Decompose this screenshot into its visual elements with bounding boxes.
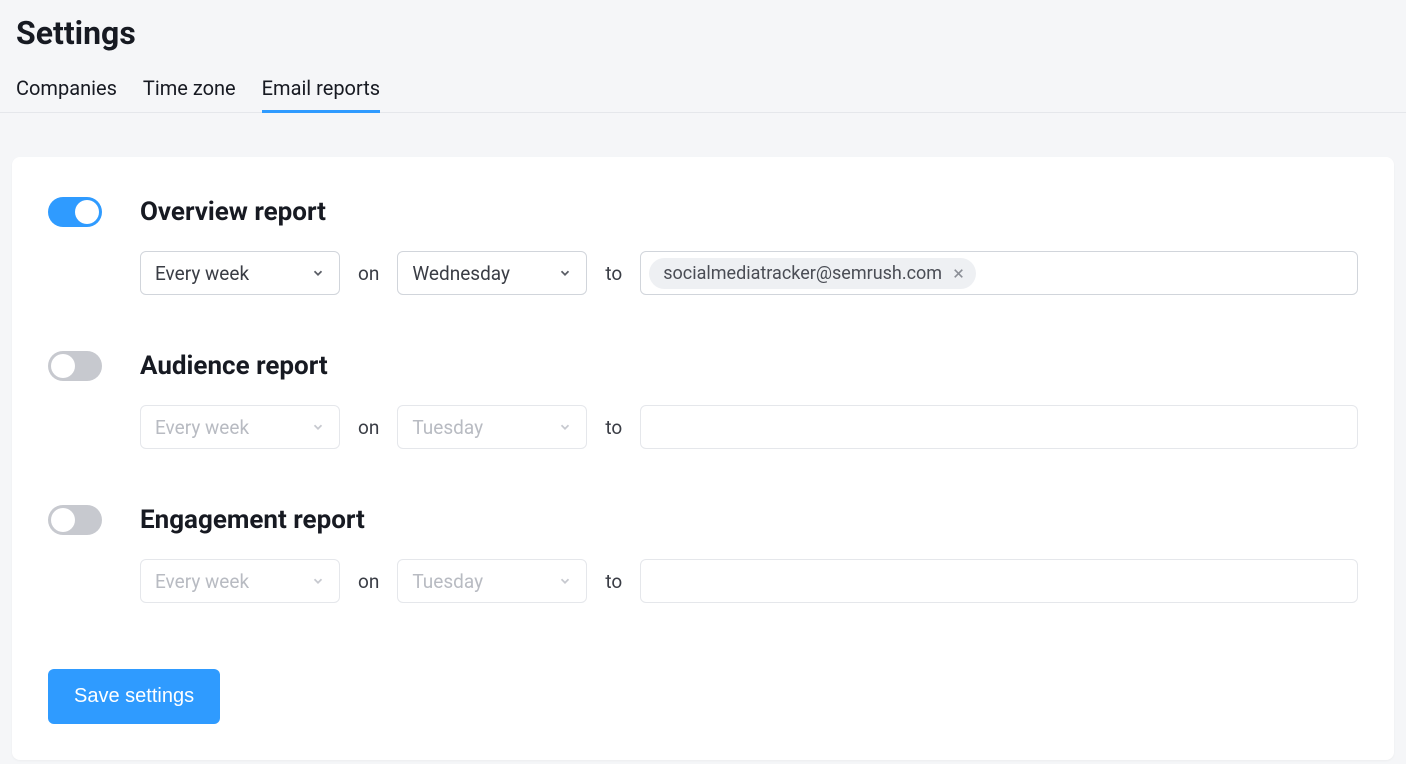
tab-email-reports[interactable]: Email reports [262,76,380,113]
toggle-knob [51,354,75,378]
email-chip-text: socialmediatracker@semrush.com [663,263,942,284]
day-value: Tuesday [412,570,483,593]
label-to: to [605,262,622,285]
chevron-down-icon [311,420,325,434]
frequency-value: Every week [155,262,249,285]
toggle-overview-report[interactable] [48,197,102,227]
report-audience: Audience report Every week on Tuesday to [48,351,1358,449]
remove-email-icon[interactable] [950,265,966,281]
tab-companies[interactable]: Companies [16,76,117,113]
email-input-overview[interactable]: socialmediatracker@semrush.com [640,251,1358,295]
day-select-audience: Tuesday [397,405,587,449]
chevron-down-icon [558,420,572,434]
frequency-value: Every week [155,570,249,593]
chevron-down-icon [311,574,325,588]
tabs-bar: Companies Time zone Email reports [0,76,1406,113]
label-on: on [358,570,379,593]
toggle-knob [51,508,75,532]
label-to: to [605,570,622,593]
label-on: on [358,416,379,439]
email-input-audience [640,405,1358,449]
day-select-engagement: Tuesday [397,559,587,603]
page-title: Settings [0,0,1406,76]
toggle-knob [75,200,99,224]
report-title-audience: Audience report [140,351,328,381]
day-value: Wednesday [412,262,510,285]
chevron-down-icon [558,266,572,280]
label-on: on [358,262,379,285]
label-to: to [605,416,622,439]
report-title-engagement: Engagement report [140,505,365,535]
chevron-down-icon [558,574,572,588]
tab-time-zone[interactable]: Time zone [143,76,236,113]
report-title-overview: Overview report [140,197,326,227]
frequency-select-audience: Every week [140,405,340,449]
frequency-value: Every week [155,416,249,439]
report-engagement: Engagement report Every week on Tuesday … [48,505,1358,603]
save-button[interactable]: Save settings [48,669,220,724]
frequency-select-overview[interactable]: Every week [140,251,340,295]
toggle-engagement-report[interactable] [48,505,102,535]
toggle-audience-report[interactable] [48,351,102,381]
frequency-select-engagement: Every week [140,559,340,603]
email-input-engagement [640,559,1358,603]
report-overview: Overview report Every week on Wednesday … [48,197,1358,295]
email-reports-panel: Overview report Every week on Wednesday … [12,157,1394,760]
day-select-overview[interactable]: Wednesday [397,251,587,295]
email-chip: socialmediatracker@semrush.com [649,258,976,289]
day-value: Tuesday [412,416,483,439]
chevron-down-icon [311,266,325,280]
